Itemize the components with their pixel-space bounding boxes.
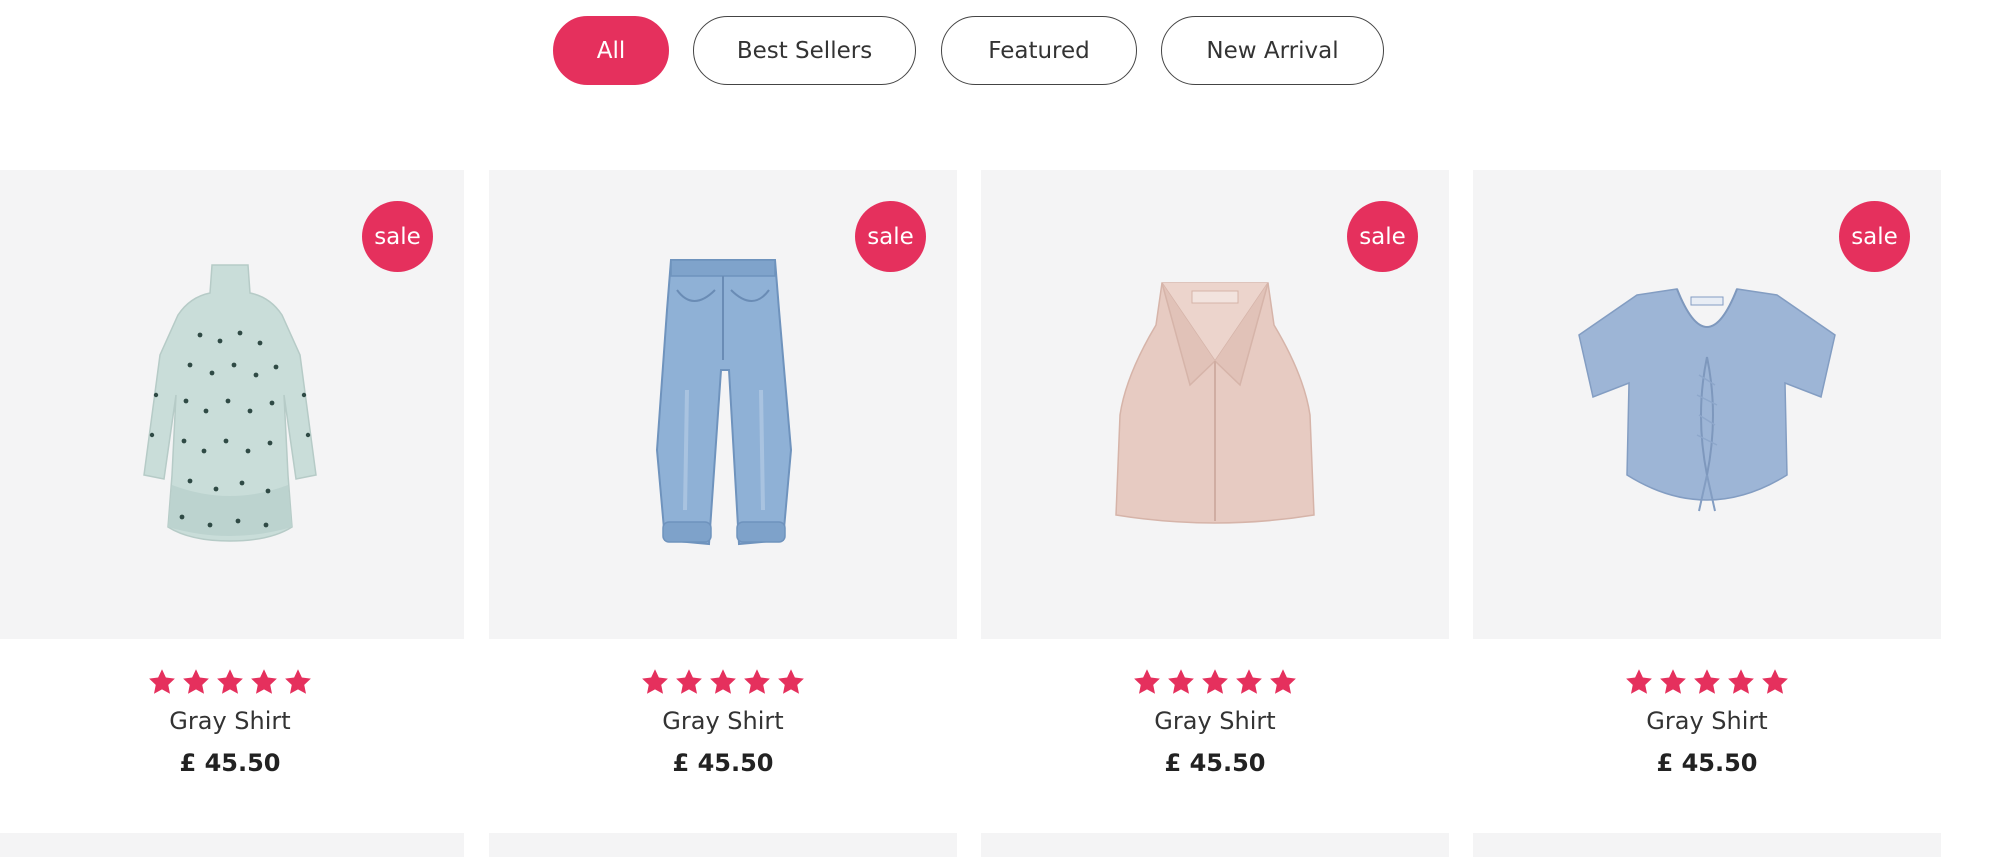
- dress-image-icon: [143, 263, 317, 542]
- star-icon: [1168, 669, 1194, 694]
- product-card[interactable]: sale Gray Shirt £ 45.50: [489, 170, 957, 777]
- halter-top-image-icon: [1115, 281, 1315, 524]
- sale-badge: sale: [362, 201, 433, 272]
- filter-tabs: All Best Sellers Featured New Arrival: [0, 16, 1995, 86]
- product-name[interactable]: Gray Shirt: [1473, 707, 1941, 735]
- star-icon: [251, 669, 277, 694]
- product-card-partial[interactable]: [489, 833, 957, 857]
- product-card-partial[interactable]: [1473, 833, 1941, 857]
- product-card[interactable]: sale Gray Shirt £ 45.50: [0, 170, 464, 777]
- product-price: £ 45.50: [1164, 749, 1266, 777]
- product-price: £ 45.50: [1656, 749, 1758, 777]
- star-icon: [676, 669, 702, 694]
- star-icon: [642, 669, 668, 694]
- product-price: £ 45.50: [672, 749, 774, 777]
- star-icon: [1762, 669, 1788, 694]
- star-icon: [1728, 669, 1754, 694]
- sale-badge: sale: [855, 201, 926, 272]
- filter-best-sellers-button[interactable]: Best Sellers: [693, 16, 916, 85]
- product-image-area[interactable]: sale: [981, 170, 1449, 639]
- product-name[interactable]: Gray Shirt: [981, 707, 1449, 735]
- filter-new-arrival-button[interactable]: New Arrival: [1161, 16, 1384, 85]
- product-price: £ 45.50: [179, 749, 281, 777]
- star-icon: [285, 669, 311, 694]
- product-card-partial[interactable]: [981, 833, 1449, 857]
- product-image-area[interactable]: sale: [1473, 170, 1941, 639]
- next-product-row: [0, 833, 1995, 857]
- rating-stars: [981, 667, 1449, 697]
- sale-badge: sale: [1347, 201, 1418, 272]
- product-name[interactable]: Gray Shirt: [0, 707, 464, 735]
- rating-stars: [0, 667, 464, 697]
- product-card[interactable]: sale Gray Shirt £ 45.50: [1473, 170, 1941, 777]
- star-icon: [217, 669, 243, 694]
- product-card-partial[interactable]: [0, 833, 464, 857]
- star-icon: [149, 669, 175, 694]
- product-image-area[interactable]: sale: [489, 170, 957, 639]
- star-icon: [1626, 669, 1652, 694]
- rating-stars: [489, 667, 957, 697]
- filter-featured-button[interactable]: Featured: [941, 16, 1137, 85]
- product-name[interactable]: Gray Shirt: [489, 707, 957, 735]
- star-icon: [710, 669, 736, 694]
- star-icon: [1202, 669, 1228, 694]
- star-icon: [778, 669, 804, 694]
- star-icon: [183, 669, 209, 694]
- star-icon: [744, 669, 770, 694]
- sale-badge: sale: [1839, 201, 1910, 272]
- product-image-area[interactable]: sale: [0, 170, 464, 639]
- star-icon: [1236, 669, 1262, 694]
- star-icon: [1660, 669, 1686, 694]
- star-icon: [1134, 669, 1160, 694]
- crop-top-image-icon: [1578, 287, 1836, 511]
- star-icon: [1694, 669, 1720, 694]
- filter-all-button[interactable]: All: [553, 16, 669, 85]
- jeans-image-icon: [655, 258, 793, 545]
- star-icon: [1270, 669, 1296, 694]
- product-card[interactable]: sale Gray Shirt £ 45.50: [981, 170, 1449, 777]
- rating-stars: [1473, 667, 1941, 697]
